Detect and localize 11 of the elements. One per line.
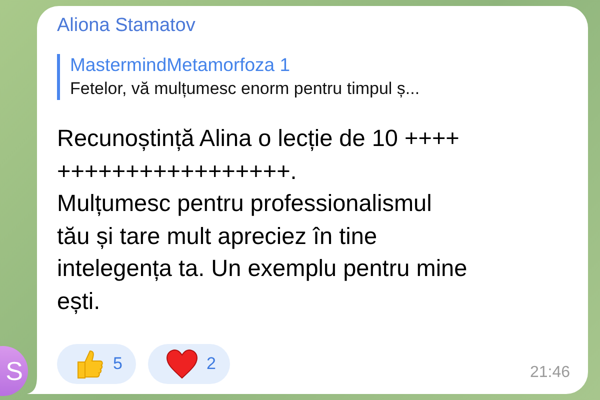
- sender-name: Aliona Stamatov: [57, 14, 196, 38]
- message-text: Recunoștință Alina o lecție de 10 ++++ +++++++++++++++++. Mulțumesc pentru professionalismul tău și tare mult apreciez în tine intelegența ta. Un exemplu pentru mine ești.: [57, 124, 468, 316]
- reply-title: MastermindMetamorfoza 1: [70, 54, 292, 76]
- reaction-button[interactable]: 2: [148, 344, 230, 384]
- reply-quote[interactable]: MastermindMetamorfoza 1 Fetelor, vă mulțumesc enorm pentru timpul ș...: [57, 54, 570, 100]
- avatar[interactable]: S: [0, 346, 28, 396]
- message-time: 21:46: [530, 364, 570, 383]
- heart-icon: [166, 349, 198, 379]
- reply-text: Fetelor, vă mulțumesc enorm pentru timpul ș...: [70, 78, 421, 100]
- thumbs-up-icon: [75, 348, 105, 380]
- reaction-button[interactable]: 5: [57, 344, 136, 384]
